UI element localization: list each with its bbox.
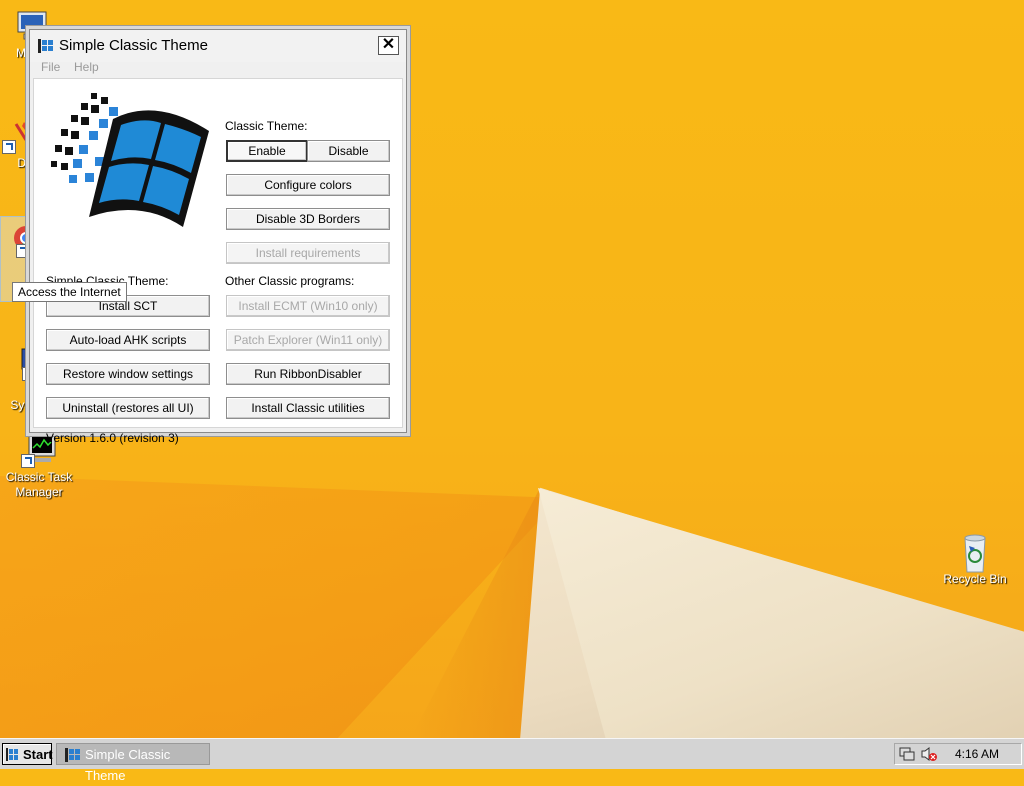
volume-muted-icon[interactable]: [921, 747, 937, 761]
close-button[interactable]: ✕: [378, 36, 399, 55]
install-requirements-button[interactable]: Install requirements: [226, 242, 390, 264]
classic-theme-label: Classic Theme:: [225, 119, 308, 133]
tooltip: Access the Internet: [12, 282, 127, 302]
install-classic-utilities-button[interactable]: Install Classic utilities: [226, 397, 390, 419]
desktop-icon-label: Classic Task Manager: [5, 470, 73, 499]
run-ribbondisabler-button[interactable]: Run RibbonDisabler: [226, 363, 390, 385]
menu-bar: File Help: [30, 58, 406, 76]
taskbar-button-label: Simple Classic Theme: [85, 747, 171, 783]
start-label: Start: [23, 747, 53, 762]
autoload-ahk-button[interactable]: Auto-load AHK scripts: [46, 329, 210, 351]
taskbar: Start Simple Classic Theme 4:16 AM: [0, 738, 1024, 783]
windows-flag-icon: [38, 38, 54, 54]
simple-classic-theme-window: Simple Classic Theme ✕ File Help Classic…: [29, 29, 407, 445]
disable-button[interactable]: Disable: [307, 140, 390, 162]
system-tray: 4:16 AM: [894, 743, 1022, 765]
configure-colors-button[interactable]: Configure colors: [226, 174, 390, 196]
menu-file[interactable]: File: [41, 60, 60, 74]
start-button[interactable]: Start: [2, 743, 53, 765]
windows-flag-icon: [6, 748, 18, 761]
install-ecmt-button[interactable]: Install ECMT (Win10 only): [226, 295, 390, 317]
taskbar-button-simple-classic-theme[interactable]: Simple Classic Theme: [56, 743, 210, 783]
other-programs-label: Other Classic programs:: [225, 274, 355, 288]
uninstall-button[interactable]: Uninstall (restores all UI): [46, 397, 210, 419]
recycle-bin-icon: [957, 534, 993, 573]
shortcut-arrow-icon: [16, 244, 30, 258]
windows-flag-icon: [65, 748, 80, 762]
network-icon[interactable]: [899, 747, 915, 761]
wallpaper-fold-light: [538, 488, 1024, 740]
enable-button[interactable]: Enable: [226, 140, 308, 162]
windows-logo-icon: [51, 93, 209, 227]
version-text: Version 1.6.0 (revision 3): [46, 431, 179, 445]
window-title: Simple Classic Theme: [59, 37, 208, 54]
clock[interactable]: 4:16 AM: [955, 747, 999, 761]
desktop-icon-recycle-bin[interactable]: Recycle Bin: [935, 534, 1015, 587]
disable-3d-borders-button[interactable]: Disable 3D Borders: [226, 208, 390, 230]
window-client-area: Classic Theme: Enable Disable Configure …: [33, 78, 403, 445]
patch-explorer-button[interactable]: Patch Explorer (Win11 only): [226, 329, 390, 351]
shortcut-arrow-icon: [2, 140, 16, 154]
menu-help[interactable]: Help: [74, 60, 99, 74]
shortcut-arrow-icon: [21, 454, 35, 468]
restore-window-settings-button[interactable]: Restore window settings: [46, 363, 210, 385]
